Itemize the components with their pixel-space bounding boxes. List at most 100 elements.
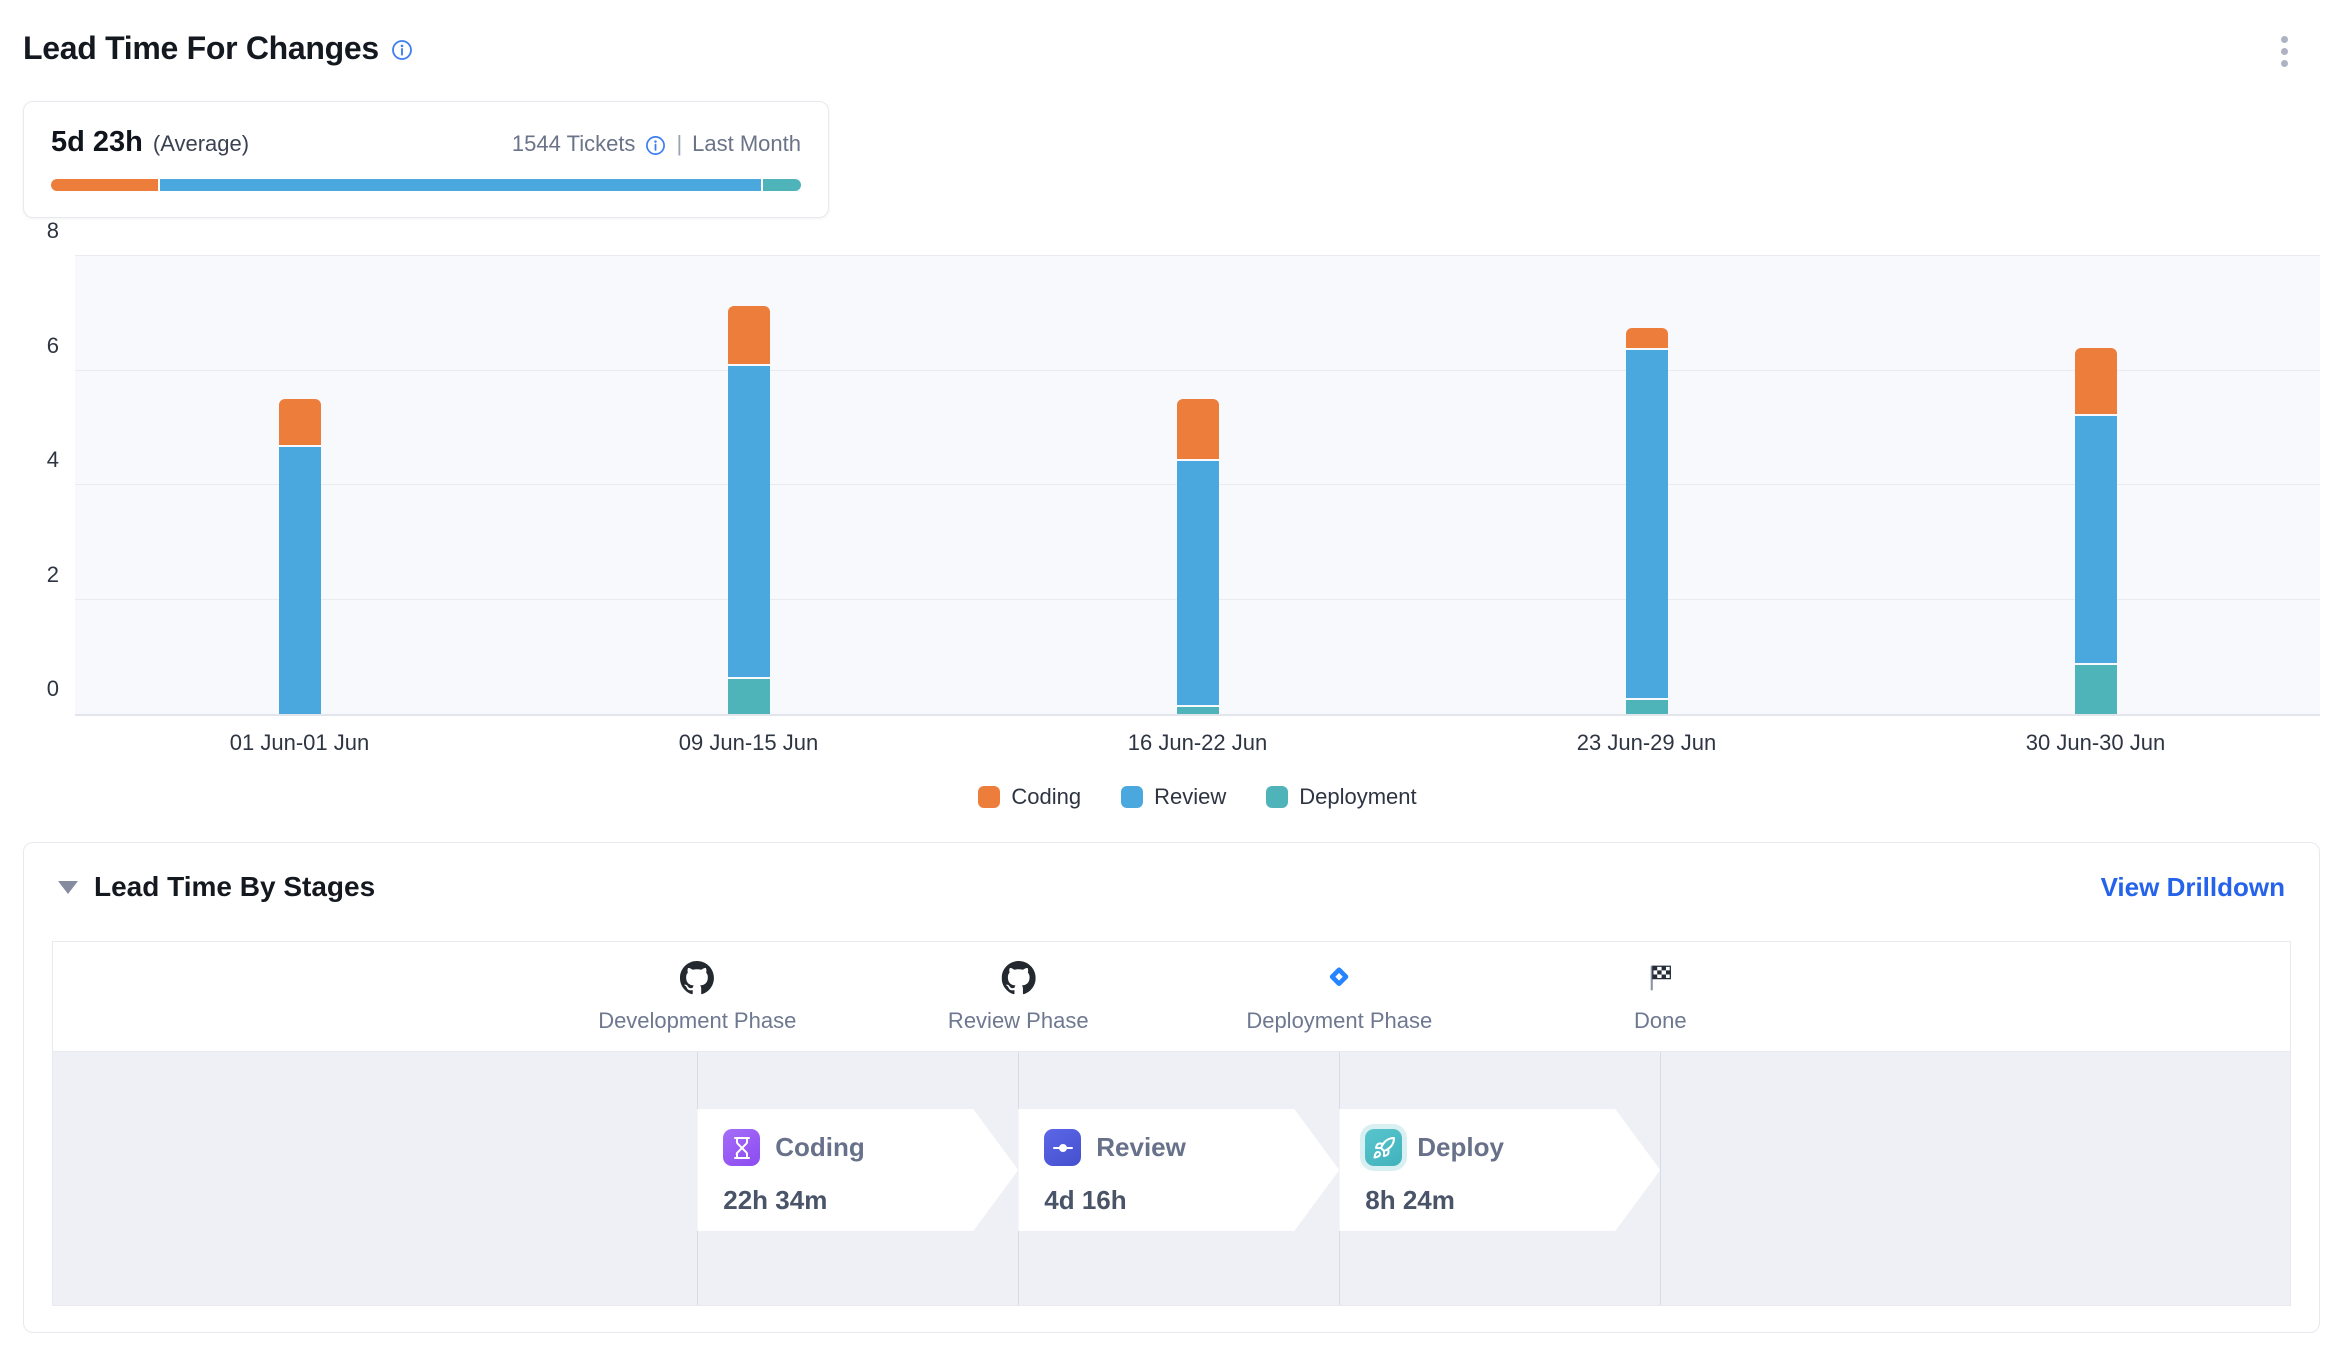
phase-label: Done — [1634, 1008, 1687, 1034]
bar-segment-deployment[interactable] — [728, 679, 770, 714]
header: Lead Time For Changes — [23, 30, 2320, 73]
summary-progress — [51, 179, 801, 191]
bar-column-4 — [1422, 256, 1871, 714]
phase-milestone-deployment-phase: Deployment Phase — [1246, 960, 1432, 1034]
x-axis-label: 30 Jun-30 Jun — [1871, 730, 2320, 756]
rocket-icon — [1365, 1129, 1402, 1166]
jira-icon — [1246, 960, 1432, 996]
collapse-section-toggle[interactable]: Lead Time By Stages — [52, 871, 375, 903]
stage-card-coding: Coding 22h 34m — [697, 1109, 1018, 1231]
stage-card-header: Coding — [723, 1129, 1018, 1166]
info-icon[interactable] — [391, 39, 413, 61]
github-icon — [598, 960, 796, 996]
bar-segment-coding[interactable] — [279, 399, 321, 445]
stage-duration: 8h 24m — [1365, 1185, 1660, 1216]
bar-segment-coding[interactable] — [1177, 399, 1219, 459]
bar-segment-review[interactable] — [1626, 350, 1668, 698]
stage-title: Review — [1096, 1132, 1186, 1163]
legend-swatch-coding — [978, 786, 1000, 808]
x-axis-label: 16 Jun-22 Jun — [973, 730, 1422, 756]
legend-item-coding[interactable]: Coding — [978, 784, 1081, 810]
bar-column-3 — [973, 256, 1422, 714]
stage-card-review: Review 4d 16h — [1018, 1109, 1339, 1231]
summary-progress-deployment — [763, 179, 801, 191]
phase-label: Development Phase — [598, 1008, 796, 1034]
chart-legend: Coding Review Deployment — [75, 784, 2320, 810]
average-label: (Average) — [153, 131, 249, 157]
section-title: Lead Time By Stages — [94, 871, 375, 903]
hourglass-icon — [723, 1129, 760, 1166]
tickets-info-icon[interactable] — [645, 135, 666, 156]
y-axis-tick-6: 6 — [47, 333, 59, 359]
bar-segment-review[interactable] — [279, 447, 321, 714]
stage-body-row: Coding 22h 34m Review 4d 16h Deploy 8h 24m — [53, 1052, 2290, 1305]
phase-milestone-development-phase: Development Phase — [598, 960, 796, 1034]
bar-segment-review[interactable] — [728, 366, 770, 677]
stage-card-header: Review — [1044, 1129, 1339, 1166]
stacked-bar-2[interactable] — [728, 306, 770, 714]
stage-duration: 22h 34m — [723, 1185, 1018, 1216]
github-icon — [948, 960, 1089, 996]
x-axis-label: 01 Jun-01 Jun — [75, 730, 524, 756]
stage-duration: 4d 16h — [1044, 1185, 1339, 1216]
bar-segment-coding[interactable] — [728, 306, 770, 364]
legend-swatch-deployment — [1266, 786, 1288, 808]
summary-progress-coding — [51, 179, 158, 191]
legend-label: Review — [1154, 784, 1226, 810]
plot-area: 02468 — [75, 256, 2320, 716]
stage-title: Coding — [775, 1132, 865, 1163]
stage-title: Deploy — [1417, 1132, 1504, 1163]
bar-column-2 — [524, 256, 973, 714]
x-axis-label: 09 Jun-15 Jun — [524, 730, 973, 756]
stacked-bar-5[interactable] — [2075, 348, 2117, 714]
phase-label: Deployment Phase — [1246, 1008, 1432, 1034]
bar-segment-review[interactable] — [2075, 416, 2117, 663]
stage-card-header: Deploy — [1365, 1129, 1660, 1166]
stage-card-deploy: Deploy 8h 24m — [1339, 1109, 1660, 1231]
legend-label: Coding — [1011, 784, 1081, 810]
x-axis-label: 23 Jun-29 Jun — [1422, 730, 1871, 756]
stacked-bar-1[interactable] — [279, 399, 321, 714]
lead-time-by-stages-panel: Lead Time By Stages View Drilldown Devel… — [23, 842, 2320, 1333]
bar-segment-coding[interactable] — [2075, 348, 2117, 414]
y-axis-tick-0: 0 — [47, 676, 59, 702]
bar-segment-coding[interactable] — [1626, 328, 1668, 348]
legend-label: Deployment — [1299, 784, 1416, 810]
y-axis-tick-4: 4 — [47, 447, 59, 473]
caret-down-icon[interactable] — [58, 881, 78, 894]
stacked-bar-3[interactable] — [1177, 399, 1219, 714]
summary-card: 5d 23h (Average) 1544 Tickets | Last Mon… — [23, 101, 829, 218]
phase-header-row: Development Phase Review Phase Deployment … — [53, 942, 2290, 1052]
bar-segment-deployment[interactable] — [2075, 665, 2117, 714]
legend-item-deployment[interactable]: Deployment — [1266, 784, 1416, 810]
column-separator-4 — [1660, 1052, 1661, 1305]
y-axis-tick-2: 2 — [47, 562, 59, 588]
bar-segment-deployment[interactable] — [1177, 707, 1219, 714]
bar-column-5 — [1871, 256, 2320, 714]
period-label: Last Month — [692, 131, 801, 157]
separator: | — [676, 131, 682, 157]
legend-swatch-review — [1121, 786, 1143, 808]
bar-segment-review[interactable] — [1177, 461, 1219, 705]
commit-icon — [1044, 1129, 1081, 1166]
phase-milestone-review-phase: Review Phase — [948, 960, 1089, 1034]
phase-label: Review Phase — [948, 1008, 1089, 1034]
y-axis-tick-8: 8 — [47, 218, 59, 244]
stage-table: Development Phase Review Phase Deployment … — [52, 941, 2291, 1306]
view-drilldown-link[interactable]: View Drilldown — [2101, 872, 2285, 903]
bar-segment-deployment[interactable] — [1626, 700, 1668, 714]
summary-progress-review — [160, 179, 761, 191]
x-axis-labels: 01 Jun-01 Jun09 Jun-15 Jun16 Jun-22 Jun2… — [75, 730, 2320, 756]
lead-time-panel: Lead Time For Changes 5d 23h (Average) 1… — [0, 0, 2344, 1333]
phase-milestone-done: Done — [1634, 960, 1687, 1034]
page-title: Lead Time For Changes — [23, 30, 379, 67]
average-lead-time-value: 5d 23h — [51, 126, 143, 159]
tickets-count: 1544 Tickets — [512, 131, 636, 157]
lead-time-chart: 02468 01 Jun-01 Jun09 Jun-15 Jun16 Jun-2… — [75, 256, 2320, 810]
kebab-menu-icon[interactable] — [2277, 30, 2292, 73]
bars-layer — [75, 256, 2320, 714]
stacked-bar-4[interactable] — [1626, 328, 1668, 714]
legend-item-review[interactable]: Review — [1121, 784, 1226, 810]
bar-column-1 — [75, 256, 524, 714]
checkered-flag-icon — [1634, 960, 1687, 996]
